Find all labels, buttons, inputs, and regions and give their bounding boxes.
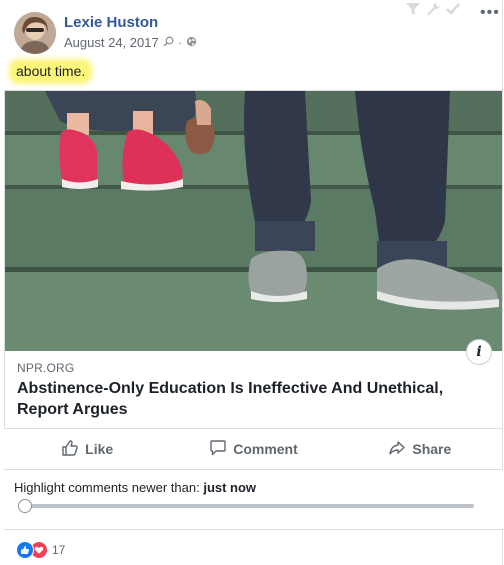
highlight-comments-text: Highlight comments newer than: just now: [14, 480, 256, 495]
info-icon[interactable]: i: [466, 339, 492, 365]
reaction-count[interactable]: 17: [52, 543, 65, 557]
comment-button[interactable]: Comment: [170, 429, 336, 469]
share-icon: [388, 439, 406, 460]
like-label: Like: [85, 441, 114, 457]
like-button[interactable]: Like: [4, 429, 170, 469]
share-button[interactable]: Share: [337, 429, 503, 469]
post-date[interactable]: August 24, 2017: [64, 35, 159, 50]
share-label: Share: [412, 441, 452, 457]
comment-icon: [209, 439, 227, 460]
highlight-label: Highlight comments newer than:: [14, 480, 200, 495]
post-status-text: about time.: [12, 62, 90, 81]
highlight-value: just now: [203, 480, 257, 495]
link-preview-card[interactable]: i NPR.ORG Abstinence-Only Education Is I…: [4, 90, 503, 428]
highlight-slider-thumb[interactable]: [18, 499, 32, 513]
link-headline[interactable]: Abstinence-Only Education Is Ineffective…: [17, 378, 487, 420]
post-actions-bar: Like Comment Share: [4, 428, 503, 470]
highlight-comments-panel: Highlight comments newer than: just now: [4, 470, 503, 530]
highlight-slider-track[interactable]: [22, 504, 474, 508]
wrench-icon[interactable]: [425, 2, 441, 21]
link-domain: NPR.ORG: [17, 361, 75, 375]
check-icon[interactable]: [445, 2, 461, 21]
privacy-public-icon[interactable]: [186, 35, 197, 50]
thumbs-up-icon: [61, 439, 79, 460]
post-meta: August 24, 2017 ·: [64, 35, 197, 50]
meta-separator: ·: [177, 35, 183, 50]
filter-icon[interactable]: [405, 2, 421, 21]
link-preview-image[interactable]: [5, 91, 502, 351]
feed-post: Lexie Huston August 24, 2017 · ••• about…: [0, 0, 503, 565]
more-options-icon[interactable]: •••: [480, 5, 500, 21]
reactions-summary[interactable]: 17: [16, 541, 65, 559]
search-icon[interactable]: [163, 35, 174, 50]
comment-label: Comment: [233, 441, 298, 457]
author-name[interactable]: Lexie Huston: [64, 14, 158, 31]
like-reaction-icon: [16, 541, 34, 559]
moderation-tools: [405, 2, 461, 21]
author-avatar[interactable]: [14, 12, 56, 54]
